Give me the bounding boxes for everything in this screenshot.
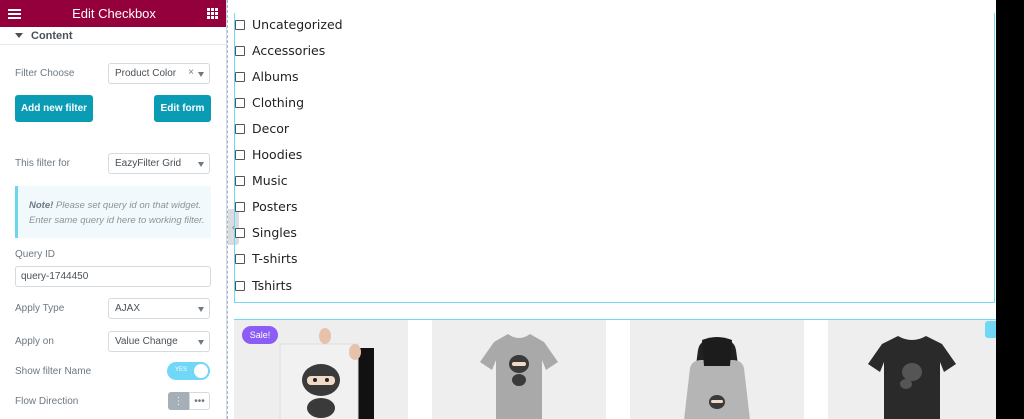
panel-header: Edit Checkbox	[0, 0, 226, 27]
flow-horizontal-option[interactable]: •••	[189, 392, 210, 410]
product-card[interactable]	[630, 320, 804, 419]
checkbox-label: Singles	[252, 225, 297, 240]
checkbox-item[interactable]: Albums	[235, 69, 299, 84]
apply-type-value: AJAX	[115, 303, 141, 314]
checkbox[interactable]	[235, 71, 245, 82]
hoodie-image	[684, 337, 750, 419]
checkbox-item[interactable]: Tshirts	[235, 278, 292, 293]
checkbox-item[interactable]: Hoodies	[235, 147, 302, 162]
apply-on-value: Value Change	[115, 336, 178, 347]
checkbox-item[interactable]: Decor	[235, 121, 289, 136]
checkbox-item[interactable]: Singles	[235, 225, 297, 240]
product-card[interactable]	[432, 320, 606, 419]
add-new-filter-button[interactable]: Add new filter	[15, 95, 93, 122]
grey-tshirt-image	[480, 334, 558, 419]
checkbox[interactable]	[235, 253, 245, 264]
show-name-toggle[interactable]: YES	[167, 362, 210, 380]
flow-direction-row: Flow Direction ⋮ •••	[15, 392, 210, 410]
checkbox[interactable]	[235, 280, 245, 291]
filter-for-label: This filter for	[15, 158, 71, 169]
checkbox[interactable]	[235, 201, 245, 212]
editor-panel: Edit Checkbox Content Filter Choose Prod…	[0, 0, 227, 419]
black-tshirt-image	[868, 336, 956, 419]
apply-type-row: Apply Type AJAX	[15, 298, 210, 319]
checkbox-label: Tshirts	[252, 278, 293, 293]
apply-type-select[interactable]: AJAX	[108, 298, 210, 319]
checkbox-filter-widget: Uncategorized Accessories Albums Clothin…	[234, 13, 995, 303]
checkbox[interactable]	[235, 19, 245, 30]
widget-edit-handle[interactable]	[985, 321, 996, 338]
product-card[interactable]: Sale!	[234, 320, 408, 419]
product-card[interactable]	[828, 320, 1002, 419]
filter-choose-value: Product Color	[115, 68, 177, 79]
checkbox[interactable]	[235, 175, 245, 186]
panel-title: Edit Checkbox	[72, 6, 156, 21]
checkbox[interactable]	[235, 123, 245, 134]
note-bold: Note!	[29, 200, 54, 211]
editor-app: Edit Checkbox Content Filter Choose Prod…	[0, 0, 1024, 419]
filter-choose-row: Filter Choose Product Color ×	[15, 63, 210, 84]
query-id-input[interactable]: query-1744450	[15, 266, 211, 287]
clear-icon[interactable]: ×	[188, 67, 194, 78]
toggle-text: YES	[175, 367, 188, 373]
hamburger-menu-icon[interactable]	[8, 8, 21, 19]
checkbox-item[interactable]: Music	[235, 173, 288, 188]
checkbox-label: Albums	[252, 69, 299, 84]
apply-type-label: Apply Type	[15, 303, 65, 314]
checkbox-label: T-shirts	[252, 251, 298, 266]
checkbox-item[interactable]: Clothing	[235, 95, 304, 110]
checkbox[interactable]	[235, 149, 245, 160]
filter-for-select[interactable]: EazyFilter Grid	[108, 153, 210, 174]
show-name-label: Show filter Name	[15, 365, 92, 377]
checkbox-label: Uncategorized	[252, 17, 343, 32]
checkbox-label: Decor	[252, 121, 289, 136]
chevron-down-icon	[198, 307, 204, 312]
chevron-down-icon	[198, 72, 204, 77]
checkbox[interactable]	[235, 45, 245, 56]
checkbox[interactable]	[235, 97, 245, 108]
product-grid: Sale!	[234, 319, 1002, 419]
checkbox-label: Clothing	[252, 95, 305, 110]
flow-direction-control: ⋮ •••	[168, 392, 210, 410]
checkbox-item[interactable]: Uncategorized	[235, 17, 343, 32]
sale-badge: Sale!	[242, 326, 278, 344]
show-name-row: Show filter Name YES	[15, 362, 210, 380]
checkbox-label: Accessories	[252, 43, 326, 58]
section-title: Content	[31, 29, 73, 42]
caret-down-icon	[15, 33, 23, 38]
filter-choose-label: Filter Choose	[15, 68, 75, 79]
checkbox-label: Hoodies	[252, 147, 303, 162]
checkbox-item[interactable]: T-shirts	[235, 251, 297, 266]
checkbox-item[interactable]: Posters	[235, 199, 298, 214]
note-text: Please set query id on that widget. Ente…	[29, 200, 205, 226]
checkbox-label: Music	[252, 173, 288, 188]
filter-choose-select[interactable]: Product Color ×	[108, 63, 210, 84]
apply-on-label: Apply on	[15, 336, 54, 347]
filter-for-row: This filter for EazyFilter Grid	[15, 153, 210, 174]
edit-form-button[interactable]: Edit form	[154, 95, 211, 122]
widgets-grid-icon[interactable]	[206, 8, 218, 19]
apply-on-row: Apply on Value Change	[15, 331, 210, 352]
right-edge	[996, 0, 1024, 419]
chevron-down-icon	[198, 340, 204, 345]
checkbox[interactable]	[235, 227, 245, 238]
query-id-label: Query ID	[15, 249, 56, 260]
flow-vertical-option[interactable]: ⋮	[168, 392, 189, 410]
toggle-knob	[194, 364, 208, 378]
flow-direction-label: Flow Direction	[15, 395, 79, 407]
checkbox-item[interactable]: Accessories	[235, 43, 325, 58]
content-section-toggle[interactable]: Content	[0, 27, 226, 45]
query-note: Note! Please set query id on that widget…	[15, 186, 211, 238]
apply-on-select[interactable]: Value Change	[108, 331, 210, 352]
chevron-down-icon	[198, 162, 204, 167]
checkbox-label: Posters	[252, 199, 298, 214]
filter-for-value: EazyFilter Grid	[115, 158, 182, 169]
